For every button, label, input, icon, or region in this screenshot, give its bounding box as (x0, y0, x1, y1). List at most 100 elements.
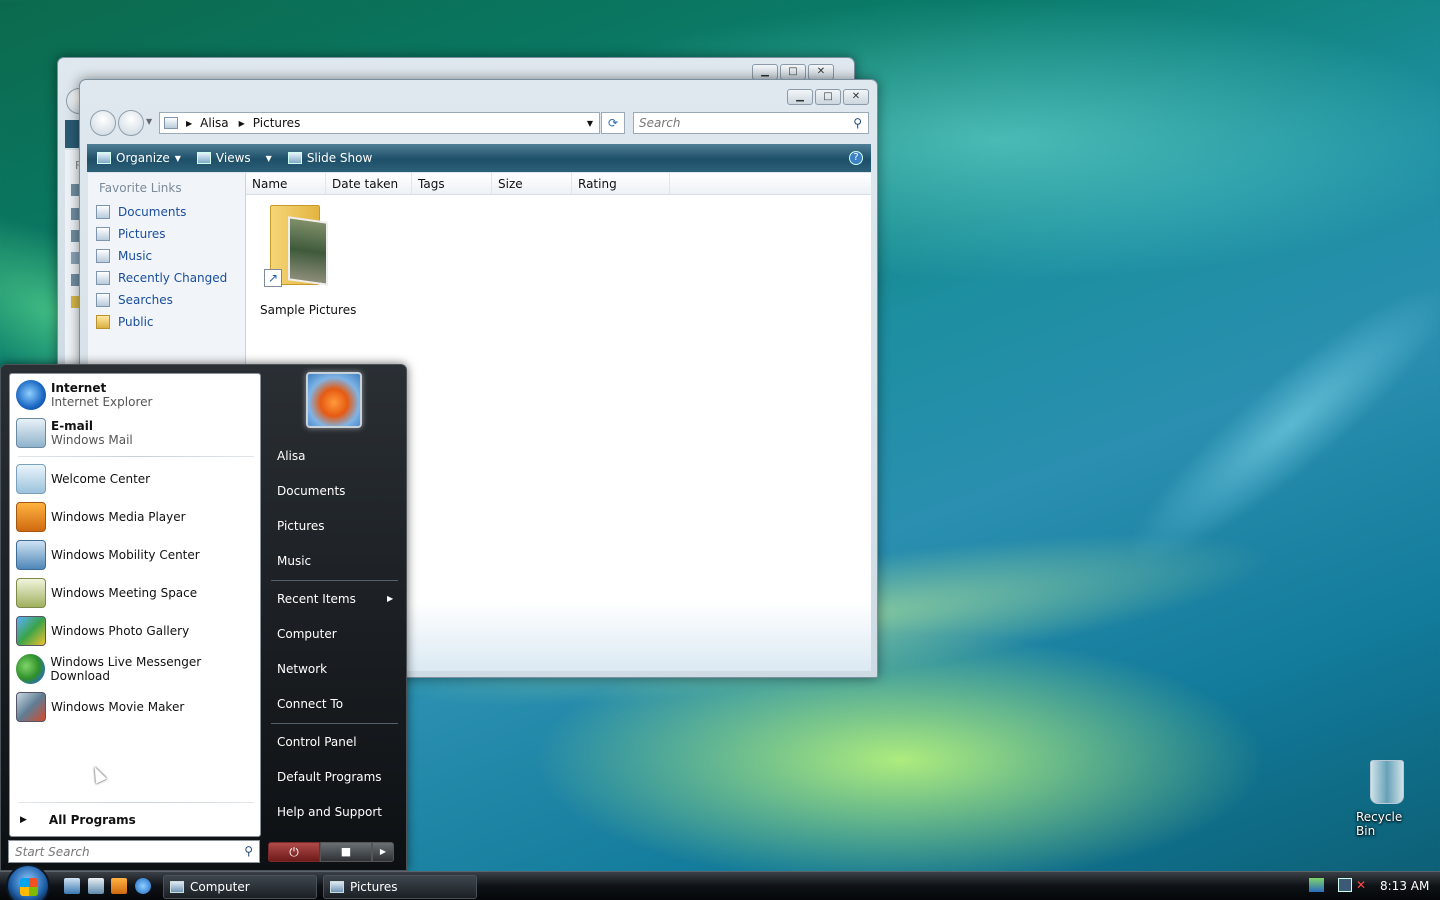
pinned-email-title: E-mail (51, 419, 94, 433)
refresh-button[interactable]: ⟳ (601, 112, 625, 134)
back-button[interactable] (90, 110, 116, 136)
start-link-connect-to[interactable]: Connect To (277, 697, 343, 711)
column-rating[interactable]: Rating (572, 173, 670, 194)
slideshow-button[interactable]: Slide Show (287, 151, 372, 165)
shutdown-options-button[interactable]: ▶ (372, 842, 394, 862)
close-button[interactable]: ✕ (808, 64, 834, 80)
recent-media-player[interactable]: Windows Media Player (10, 498, 260, 536)
organize-button[interactable]: Organize ▼ (97, 151, 181, 165)
start-search-input[interactable]: Start Search (15, 845, 90, 859)
address-dropdown-icon[interactable]: ▼ (587, 119, 593, 128)
recent-movie-maker[interactable]: Windows Movie Maker (10, 688, 260, 726)
start-link-recent-items[interactable]: Recent Items (277, 592, 356, 606)
fav-link-label: Public (118, 315, 154, 329)
organize-icon (97, 152, 111, 164)
searches-icon (96, 293, 110, 307)
pictures-window-caption-buttons: ▁ □ ✕ (787, 89, 869, 105)
close-button[interactable]: ✕ (843, 89, 869, 105)
breadcrumb-pictures[interactable]: Pictures (253, 116, 301, 130)
column-size[interactable]: Size (492, 173, 572, 194)
start-right-separator (271, 580, 398, 581)
music-icon (96, 249, 110, 263)
wallpaper-streak (1100, 255, 1440, 595)
pinned-email[interactable]: E-mail Windows Mail (10, 414, 260, 452)
fav-link-recently-changed[interactable]: Recently Changed (88, 267, 245, 289)
start-link-network[interactable]: Network (277, 662, 327, 676)
start-link-pictures[interactable]: Pictures (277, 519, 325, 533)
recent-label: Windows Photo Gallery (51, 624, 190, 638)
computer-nav-icon (71, 208, 79, 220)
mail-icon (16, 418, 46, 448)
taskbar-button-label: Pictures (350, 880, 398, 894)
recent-messenger[interactable]: Windows Live Messenger Download (10, 650, 260, 688)
column-date-taken[interactable]: Date taken (326, 173, 412, 194)
maximize-button[interactable]: □ (780, 64, 806, 80)
tray-sidebar-icon[interactable] (1309, 878, 1324, 892)
address-bar[interactable]: ▶ Alisa ▶ Pictures ▼ (159, 112, 600, 134)
minimize-button[interactable]: ▁ (752, 64, 778, 80)
taskbar-button-pictures[interactable]: Pictures (323, 875, 477, 899)
fav-link-public[interactable]: Public (88, 311, 245, 333)
windows-logo-icon (20, 878, 38, 896)
column-headers: Name Date taken Tags Size Rating (246, 173, 871, 195)
tray-volume-muted-icon[interactable]: ✕ (1356, 878, 1366, 892)
views-button[interactable]: Views ▼ (196, 151, 272, 165)
start-link-help-support[interactable]: Help and Support (277, 805, 382, 819)
breadcrumb-alisa[interactable]: Alisa (200, 116, 228, 130)
maximize-button[interactable]: □ (815, 89, 841, 105)
fav-link-pictures[interactable]: Pictures (88, 223, 245, 245)
fav-link-documents[interactable]: Documents (88, 201, 245, 223)
minimize-button[interactable]: ▁ (787, 89, 813, 105)
search-input[interactable]: Search (639, 116, 681, 130)
computer-nav-icon (71, 230, 79, 242)
fav-link-searches[interactable]: Searches (88, 289, 245, 311)
column-tags[interactable]: Tags (412, 173, 492, 194)
start-link-documents[interactable]: Documents (277, 484, 345, 498)
search-box[interactable]: Search ⚲ (633, 112, 869, 134)
photo-gallery-icon (16, 616, 46, 646)
recycle-bin[interactable]: Recycle Bin (1352, 756, 1422, 838)
recent-pages-dropdown[interactable]: ▼ (146, 117, 152, 126)
media-player-icon[interactable] (111, 878, 127, 894)
ie-icon[interactable] (135, 878, 151, 894)
user-picture[interactable] (306, 372, 362, 428)
power-button[interactable]: ⏻ (268, 842, 320, 862)
pinned-internet[interactable]: Internet Internet Explorer (10, 376, 260, 414)
recent-label: Windows Media Player (51, 510, 186, 524)
start-link-computer[interactable]: Computer (277, 627, 337, 641)
start-link-default-programs[interactable]: Default Programs (277, 770, 382, 784)
start-button[interactable] (6, 864, 50, 900)
search-icon: ⚲ (853, 116, 862, 130)
switch-windows-icon[interactable] (88, 878, 104, 894)
file-item[interactable]: ↗ Sample Pictures (254, 199, 356, 317)
show-desktop-icon[interactable] (64, 878, 80, 894)
pinned-email-subtitle: Windows Mail (51, 433, 133, 447)
recent-photo-gallery[interactable]: Windows Photo Gallery (10, 612, 260, 650)
computer-nav-icon (71, 296, 79, 308)
fav-link-music[interactable]: Music (88, 245, 245, 267)
recent-label: Windows Meeting Space (51, 586, 198, 600)
help-icon[interactable]: ? (849, 151, 863, 165)
forward-button[interactable] (118, 110, 144, 136)
start-link-user[interactable]: Alisa (277, 449, 305, 463)
taskbar-button-computer[interactable]: Computer (163, 875, 317, 899)
start-link-music[interactable]: Music (277, 554, 311, 568)
recent-meeting-space[interactable]: Windows Meeting Space (10, 574, 260, 612)
recycle-bin-label: Recycle Bin (1356, 810, 1403, 838)
column-name[interactable]: Name (246, 173, 326, 194)
fav-link-label: Documents (118, 205, 187, 219)
recent-mobility-center[interactable]: Windows Mobility Center (10, 536, 260, 574)
start-search-box[interactable]: Start Search ⚲ (8, 840, 260, 863)
all-programs-button[interactable]: ▶ All Programs (18, 810, 254, 830)
computer-nav-icon (71, 184, 79, 196)
lock-button[interactable]: ■ (320, 842, 372, 862)
start-link-control-panel[interactable]: Control Panel (277, 735, 357, 749)
power-icon: ⏻ (289, 845, 299, 859)
mobility-center-icon (16, 540, 46, 570)
recent-welcome-center[interactable]: Welcome Center (10, 460, 260, 498)
recently-changed-icon (96, 271, 110, 285)
arrow-right-icon: ▶ (379, 847, 387, 856)
organize-label: Organize (116, 151, 170, 165)
tray-clock[interactable]: 8:13 AM (1380, 879, 1429, 893)
tray-network-icon[interactable] (1338, 878, 1352, 892)
